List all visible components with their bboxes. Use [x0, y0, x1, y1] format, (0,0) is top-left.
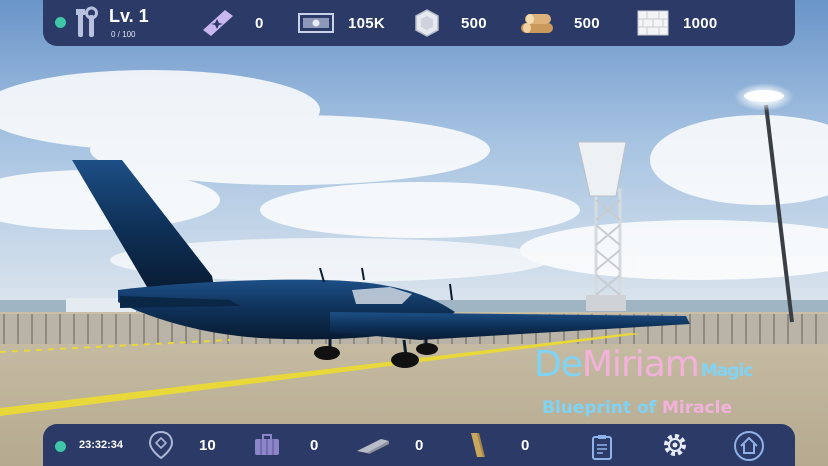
- xp-progress-text: 0 / 100: [111, 30, 136, 39]
- top-resource-bar: Lv. 1 0 / 100 0 105K 500 500 1000: [43, 0, 795, 46]
- game-clock: 23:32:34: [79, 439, 124, 451]
- logo-blueprint: Blueprint of: [542, 398, 662, 418]
- settings-gear-icon[interactable]: [661, 431, 689, 459]
- routes-value: 10: [199, 436, 216, 454]
- brick-icon: [637, 10, 669, 36]
- planks-value: 0: [521, 436, 530, 454]
- bottom-item-parts[interactable]: 0: [355, 424, 423, 466]
- tools-icon[interactable]: [75, 5, 99, 39]
- banknote-icon: [297, 11, 335, 35]
- luggage-value: 0: [310, 436, 319, 454]
- logo-subtitle: Blueprint of Miracle: [542, 398, 732, 418]
- bottom-item-routes[interactable]: 10: [147, 424, 216, 466]
- plank-icon: [467, 431, 487, 459]
- resource-money[interactable]: 105K: [297, 0, 385, 46]
- resource-steel-value: 500: [461, 14, 487, 32]
- resource-brick-value: 1000: [683, 14, 718, 32]
- steel-hexagon-icon: [413, 8, 441, 38]
- resource-money-value: 105K: [348, 14, 386, 32]
- map-pin-icon: [147, 430, 175, 460]
- logo-magic: Magic: [700, 361, 753, 381]
- suitcase-icon: [253, 433, 281, 457]
- status-dot: [55, 17, 66, 28]
- resource-wood[interactable]: 500: [519, 0, 600, 46]
- logo-miracle: Miracle: [661, 398, 732, 418]
- resource-steel[interactable]: 500: [413, 0, 487, 46]
- bottom-status-bar: 23:32:34 10 0 0 0: [43, 424, 795, 466]
- resource-brick[interactable]: 1000: [637, 0, 718, 46]
- game-logo: DeMiriam Magic Blueprint of Miracle: [530, 344, 790, 424]
- resource-crystal-ticket[interactable]: 0: [199, 0, 264, 46]
- parts-value: 0: [415, 436, 424, 454]
- bottom-item-luggage[interactable]: 0: [253, 424, 318, 466]
- resource-wood-value: 500: [574, 14, 600, 32]
- connection-dot: [55, 441, 66, 452]
- crystal-ticket-icon: [199, 6, 237, 40]
- home-icon[interactable]: [733, 430, 765, 462]
- logo-miriam: Miriam: [581, 344, 700, 385]
- logo-title: DeMiriam Magic: [534, 344, 753, 385]
- logo-de: De: [534, 344, 583, 385]
- wing-part-icon: [355, 435, 391, 455]
- resource-crystal-value: 0: [255, 14, 264, 32]
- level-label: Lv. 1: [109, 6, 149, 26]
- bottom-item-planks[interactable]: 0: [467, 424, 529, 466]
- clipboard-icon[interactable]: [591, 433, 613, 461]
- wood-logs-icon: [519, 9, 557, 37]
